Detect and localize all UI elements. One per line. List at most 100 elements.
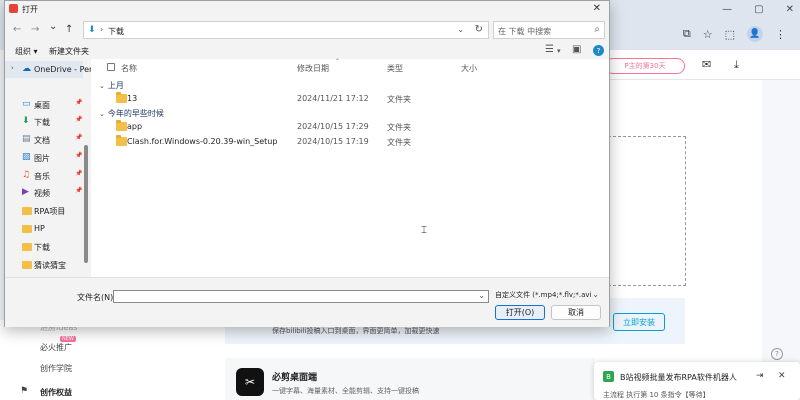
more-menu-icon[interactable]: ⋮ [775, 28, 786, 41]
file-row[interactable]: Clash.for.Windows-0.20.39-win_Setup 2024… [91, 134, 609, 149]
address-bar[interactable]: ⬇ › 下载 ⌄ ↻ [83, 21, 489, 39]
select-all-checkbox[interactable] [107, 63, 115, 71]
nav-pane-label: 下载 [34, 118, 50, 127]
navigation-bar: ← → ⌄ ↑ ⬇ › 下载 ⌄ ↻ 在 下载 中搜索 ⌕ [5, 17, 609, 43]
cast-icon[interactable]: ⧉ [683, 27, 691, 41]
pin-icon: 📌 [75, 187, 83, 194]
sort-indicator-icon: ⌃ [335, 58, 341, 65]
cloud-icon: ☁ [22, 64, 31, 74]
close-window-button[interactable]: ✕ [786, 4, 794, 15]
forward-button[interactable]: → [31, 24, 39, 35]
sidebar-item-academy[interactable]: 创作学院 [40, 363, 72, 374]
search-icon[interactable]: ⌕ [594, 24, 600, 35]
folder-icon [116, 120, 127, 131]
refresh-icon[interactable]: ↻ [475, 24, 483, 35]
up-button[interactable]: ↑ [65, 24, 73, 35]
nav-pane-item[interactable]: ♫ 音乐 📌 [5, 167, 83, 184]
file-list-pane: 名称 修改日期 ⌃ 类型 大小 ⌄ 上月 13 2024/11/21 17:12 … [91, 58, 609, 277]
nav-pane-item[interactable]: › ☁ OneDrive - Pers [5, 61, 91, 78]
file-name: app [127, 122, 143, 131]
nav-pane-label: 猜读猜宝 [34, 261, 66, 270]
nav-pane-label: OneDrive - Pers [34, 65, 91, 74]
chevron-down-icon: ⌄ [99, 82, 105, 90]
toast-logo-icon: B [603, 371, 614, 382]
back-button[interactable]: ← [13, 24, 21, 35]
open-button[interactable]: 打开(O) [495, 305, 545, 320]
nav-pane-item[interactable]: HP [5, 220, 83, 237]
column-header-size[interactable]: 大小 [461, 63, 477, 74]
command-bar: 组织 ▾ 新建文件夹 ☰ ▾ ▣ ? [5, 43, 609, 59]
nav-pane-item[interactable]: 猜读猜宝 [5, 256, 83, 273]
breadcrumb-current[interactable]: 下载 [108, 26, 124, 37]
music-icon: ♫ [22, 170, 31, 180]
sidebar-item-promo[interactable]: 必火推广 [40, 342, 72, 353]
file-row[interactable]: 13 2024/11/21 17:12 文件夹 [91, 91, 609, 106]
filename-label: 文件名(N): [77, 293, 116, 302]
dialog-footer: 文件名(N): ⌄ 自定义文件 (*.mp4;*.flv;*.avi;*. ⌄ … [5, 277, 609, 327]
preview-pane-icon[interactable]: ▣ [572, 44, 581, 55]
chevron-down-icon[interactable]: ⌄ [478, 291, 485, 300]
chevron-down-icon: ⌄ [99, 110, 105, 118]
file-name: Clash.for.Windows-0.20.39-win_Setup [127, 137, 278, 146]
column-header-modified[interactable]: 修改日期 [297, 63, 329, 74]
promo-pill[interactable]: P主的第30天 [605, 58, 685, 74]
toast-close-icon[interactable]: ✕ [778, 371, 786, 381]
nav-pane-scrollbar[interactable] [84, 145, 88, 263]
chevron-down-icon[interactable]: ⌄ [592, 290, 599, 299]
organize-button[interactable]: 组织 ▾ [15, 46, 38, 57]
breadcrumb-separator[interactable]: › [100, 25, 103, 34]
help-icon[interactable]: ? [593, 45, 604, 56]
nav-pane-item[interactable]: ▤ 文档 📌 [5, 131, 83, 148]
filetype-select[interactable]: 自定义文件 (*.mp4;*.flv;*.avi;*. ⌄ [495, 290, 601, 303]
extensions-icon[interactable]: ⬚ [725, 28, 735, 41]
maximize-button[interactable]: ▢ [754, 4, 763, 15]
column-header-name[interactable]: 名称 [121, 63, 137, 74]
mail-icon[interactable]: ✉ [702, 58, 711, 71]
group-header[interactable]: ⌄ 上月 [99, 80, 124, 91]
upload-icon[interactable]: ⤓ [734, 58, 739, 72]
rpa-toast: B B站视频批量发布RPA软件机器人 主流程 执行第 10 条指令【等待】 ⇥ … [594, 362, 800, 400]
nav-pane-item[interactable]: ▶ 视频 📌 [5, 184, 83, 201]
dialog-close-button[interactable]: ✕ [593, 3, 601, 14]
help-icon[interactable]: ? [771, 348, 783, 360]
folder-icon [116, 92, 127, 103]
star-icon[interactable]: ☆ [703, 28, 713, 41]
filetype-value: 自定义文件 (*.mp4;*.flv;*.avi;*. [495, 291, 600, 299]
cancel-button[interactable]: 取消 [551, 305, 601, 320]
column-header-type[interactable]: 类型 [387, 63, 403, 74]
browser-toolbar-icons: ⧉ ☆ ⬚ 👤 ⋮ [683, 26, 786, 42]
picture-icon: ▨ [22, 152, 31, 162]
group-header[interactable]: ⌄ 今年的早些时候 [99, 108, 164, 119]
minimize-button[interactable]: — [722, 4, 732, 15]
dialog-titlebar[interactable]: 打开 ✕ [5, 1, 609, 17]
upload-dropzone[interactable] [608, 136, 686, 286]
filename-input[interactable]: ⌄ [113, 290, 489, 303]
nav-pane-label: 音乐 [34, 172, 50, 181]
chevron-down-icon[interactable]: ⌄ [457, 25, 464, 34]
group-label: 上月 [107, 81, 124, 90]
nav-pane-item[interactable]: ▭ 桌面 📌 [5, 96, 83, 113]
view-options-icon[interactable]: ☰ [545, 44, 554, 55]
navigation-pane: › ☁ OneDrive - Pers ▭ 桌面 📌 ⬇ 下载 📌 ▤ 文档 📌 ▨ 图片 📌 ♫ 音乐 📌 ▶ 视频… [5, 59, 91, 277]
nav-pane-item[interactable]: 下载 [5, 238, 83, 255]
sidebar-item-rights[interactable]: 创作权益 [40, 387, 72, 398]
recent-locations-button[interactable]: ⌄ [49, 21, 57, 32]
profile-avatar[interactable]: 👤 [747, 26, 763, 42]
file-modified: 2024/10/15 17:19 [297, 137, 369, 146]
nav-pane-item[interactable]: RPA项目 [5, 202, 83, 219]
file-row[interactable]: app 2024/10/15 17:29 文件夹 [91, 119, 609, 134]
install-button[interactable]: 立即安装 [613, 313, 665, 331]
new-folder-button[interactable]: 新建文件夹 [49, 46, 89, 57]
search-input[interactable]: 在 下载 中搜索 ⌕ [493, 21, 605, 39]
toast-pin-icon[interactable]: ⇥ [756, 371, 764, 381]
nav-pane-label: 文档 [34, 136, 50, 145]
group-label: 今年的早些时候 [107, 109, 164, 118]
app-icon [9, 4, 18, 13]
chevron-right-icon[interactable]: › [11, 64, 14, 72]
folder-icon [22, 207, 32, 215]
nav-pane-item[interactable]: ⬇ 下载 📌 [5, 113, 83, 130]
chevron-down-icon[interactable]: ▾ [557, 47, 561, 55]
nav-pane-item[interactable]: ▨ 图片 📌 [5, 149, 83, 166]
folder-icon [22, 225, 32, 233]
bijian-desc: 一键字幕、海量素材、全能剪辑、支持一键投稿 [272, 387, 419, 395]
